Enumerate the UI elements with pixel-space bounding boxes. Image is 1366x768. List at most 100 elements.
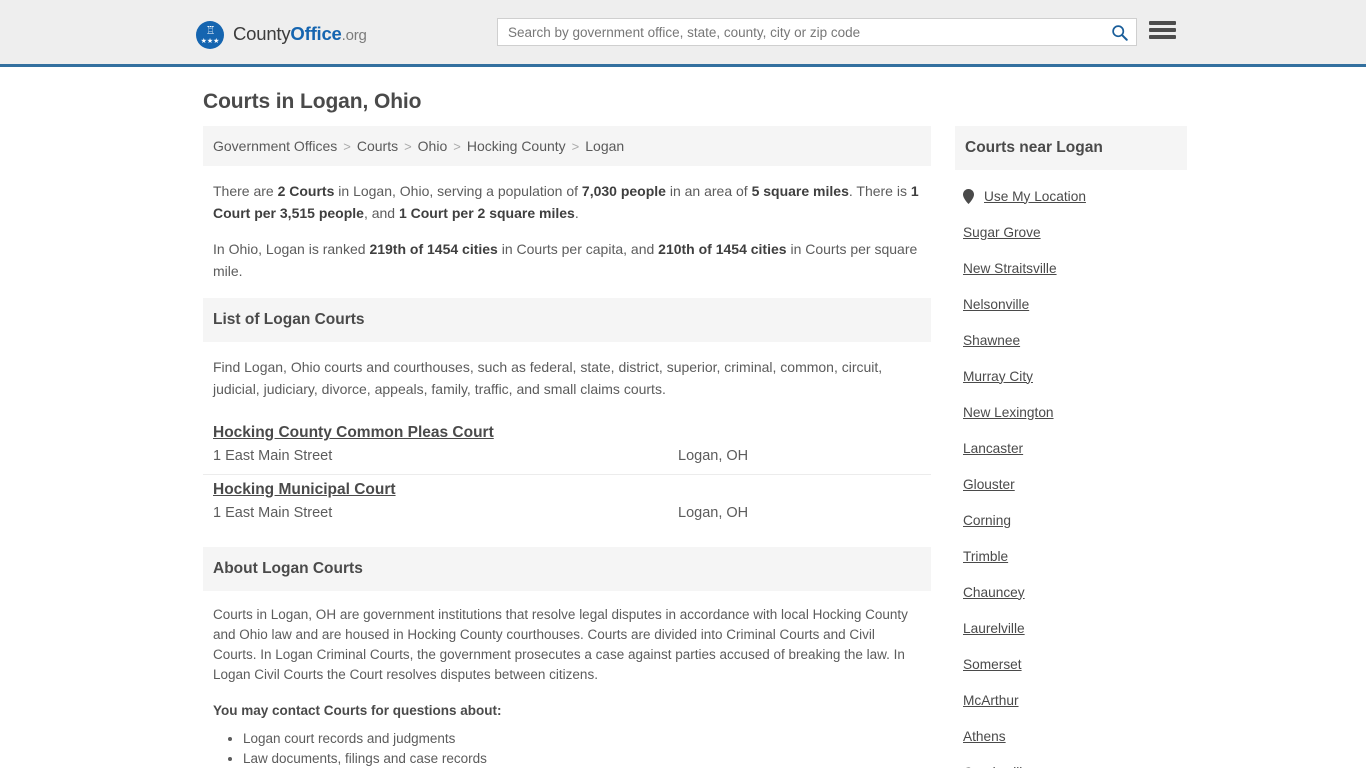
nearby-city-item[interactable]: Chauncey <box>963 574 1187 610</box>
nearby-city-link[interactable]: Crooksville <box>963 765 1030 768</box>
nearby-city-item[interactable]: Trimble <box>963 538 1187 574</box>
nearby-city-link[interactable]: Murray City <box>963 369 1033 384</box>
nearby-city-item[interactable]: Athens <box>963 718 1187 754</box>
stats-paragraph-1: There are 2 Courts in Logan, Ohio, servi… <box>213 180 921 224</box>
breadcrumb-item-logan[interactable]: Logan <box>585 138 624 154</box>
map-pin-icon <box>963 189 977 204</box>
nearby-city-item[interactable]: Use My Location <box>963 178 1187 214</box>
court-address: 1 East Main Street <box>213 448 678 464</box>
nearby-city-link[interactable]: Use My Location <box>984 189 1086 204</box>
nearby-city-link[interactable]: Lancaster <box>963 441 1023 456</box>
about-section-heading: About Logan Courts <box>203 547 931 591</box>
stats-summary: There are 2 Courts in Logan, Ohio, servi… <box>203 166 931 298</box>
breadcrumb: Government Offices>Courts>Ohio>Hocking C… <box>203 126 931 166</box>
contact-heading: You may contact Courts for questions abo… <box>213 701 921 721</box>
search-icon <box>1111 24 1128 41</box>
hamburger-bar-3 <box>1149 35 1176 39</box>
main-column: Government Offices>Courts>Ohio>Hocking C… <box>203 126 931 768</box>
nearby-city-link[interactable]: Somerset <box>963 657 1022 672</box>
nearby-city-item[interactable]: Laurelville <box>963 610 1187 646</box>
list-section-description: Find Logan, Ohio courts and courthouses,… <box>203 342 931 406</box>
nearby-city-item[interactable]: Sugar Grove <box>963 214 1187 250</box>
court-row: Hocking Municipal Court 1 East Main Stree… <box>203 475 931 531</box>
page-title: Courts in Logan, Ohio <box>203 90 1163 114</box>
stats-paragraph-2: In Ohio, Logan is ranked 219th of 1454 c… <box>213 238 921 282</box>
stat-value: 219th of 1454 cities <box>369 241 497 257</box>
nearby-city-link[interactable]: Trimble <box>963 549 1008 564</box>
nearby-city-link[interactable]: Shawnee <box>963 333 1020 348</box>
site-logo[interactable]: ♖ ★★★ CountyOffice.org <box>196 20 367 50</box>
search-input[interactable] <box>498 19 1102 45</box>
list-description-text: Find Logan, Ohio courts and courthouses,… <box>213 356 921 400</box>
stat-text: . <box>575 205 579 221</box>
search-bar[interactable] <box>497 18 1137 46</box>
breadcrumb-item-ohio[interactable]: Ohio <box>418 138 448 154</box>
nearby-city-item[interactable]: McArthur <box>963 682 1187 718</box>
brand-part-office: Office <box>290 23 341 44</box>
court-meta: 1 East Main StreetLogan, OH <box>213 505 921 521</box>
hamburger-menu-icon[interactable] <box>1149 18 1176 42</box>
court-list: Hocking County Common Pleas Court 1 East … <box>203 418 931 531</box>
nearby-city-link[interactable]: Nelsonville <box>963 297 1029 312</box>
nearby-city-link[interactable]: Athens <box>963 729 1006 744</box>
court-address: 1 East Main Street <box>213 505 678 521</box>
two-column-layout: Government Offices>Courts>Ohio>Hocking C… <box>203 126 1163 768</box>
nearby-city-item[interactable]: Murray City <box>963 358 1187 394</box>
sidebar-heading: Courts near Logan <box>955 126 1187 170</box>
nearby-city-link[interactable]: New Lexington <box>963 405 1054 420</box>
stat-value: 5 square miles <box>752 183 849 199</box>
breadcrumb-separator: > <box>447 139 467 154</box>
brand-wordmark: CountyOffice.org <box>233 20 367 50</box>
nearby-city-link[interactable]: New Straitsville <box>963 261 1057 276</box>
stat-value: 1 Court per 2 square miles <box>399 205 575 221</box>
breadcrumb-item-hocking-county[interactable]: Hocking County <box>467 138 566 154</box>
court-city-state: Logan, OH <box>678 505 921 521</box>
nearby-city-link[interactable]: Glouster <box>963 477 1015 492</box>
nearby-city-link[interactable]: Chauncey <box>963 585 1025 600</box>
page-body: Courts in Logan, Ohio Government Offices… <box>0 90 1366 768</box>
court-row: Hocking County Common Pleas Court 1 East … <box>203 418 931 475</box>
stat-text: , and <box>364 205 399 221</box>
breadcrumb-item-courts[interactable]: Courts <box>357 138 398 154</box>
nearby-city-item[interactable]: Corning <box>963 502 1187 538</box>
hamburger-bar-2 <box>1149 28 1176 32</box>
nearby-city-item[interactable]: New Straitsville <box>963 250 1187 286</box>
breadcrumb-separator: > <box>398 139 418 154</box>
stat-text: In Ohio, Logan is ranked <box>213 241 369 257</box>
nearby-city-item[interactable]: Nelsonville <box>963 286 1187 322</box>
stat-text: There are <box>213 183 278 199</box>
list-section-heading: List of Logan Courts <box>203 298 931 342</box>
sidebar: Courts near Logan Use My Location Sugar G… <box>955 126 1187 768</box>
nearby-city-item[interactable]: Glouster <box>963 466 1187 502</box>
hamburger-bar-1 <box>1149 21 1176 25</box>
about-section-body: Courts in Logan, OH are government insti… <box>203 591 931 768</box>
stat-value: 2 Courts <box>278 183 335 199</box>
nearby-city-item[interactable]: Lancaster <box>963 430 1187 466</box>
nearby-city-link[interactable]: Sugar Grove <box>963 225 1041 240</box>
nearby-city-item[interactable]: Somerset <box>963 646 1187 682</box>
search-button[interactable] <box>1102 19 1136 45</box>
eagle-glyph: ♖ <box>206 26 215 37</box>
breadcrumb-item-government-offices[interactable]: Government Offices <box>213 138 337 154</box>
nearby-city-item[interactable]: New Lexington <box>963 394 1187 430</box>
breadcrumb-separator: > <box>566 139 586 154</box>
nearby-city-item[interactable]: Shawnee <box>963 322 1187 358</box>
nearby-city-link[interactable]: McArthur <box>963 693 1019 708</box>
brand-part-tld: .org <box>342 27 367 44</box>
court-city-state: Logan, OH <box>678 448 921 464</box>
stat-value: 210th of 1454 cities <box>658 241 786 257</box>
court-meta: 1 East Main StreetLogan, OH <box>213 448 921 464</box>
stat-value: 7,030 people <box>582 183 666 199</box>
contact-topics-list: Logan court records and judgmentsLaw doc… <box>213 729 921 768</box>
court-name-link[interactable]: Hocking Municipal Court <box>213 481 396 499</box>
nearby-city-link[interactable]: Corning <box>963 513 1011 528</box>
contact-topic-item: Logan court records and judgments <box>243 729 921 749</box>
countyoffice-emblem-icon: ♖ ★★★ <box>196 21 224 49</box>
nearby-city-item[interactable]: Crooksville <box>963 754 1187 768</box>
stat-text: in an area of <box>666 183 752 199</box>
breadcrumb-separator: > <box>337 139 357 154</box>
court-name-link[interactable]: Hocking County Common Pleas Court <box>213 424 494 442</box>
nearby-city-link[interactable]: Laurelville <box>963 621 1025 636</box>
stars-glyph: ★★★ <box>201 38 220 45</box>
stat-text: . There is <box>849 183 911 199</box>
